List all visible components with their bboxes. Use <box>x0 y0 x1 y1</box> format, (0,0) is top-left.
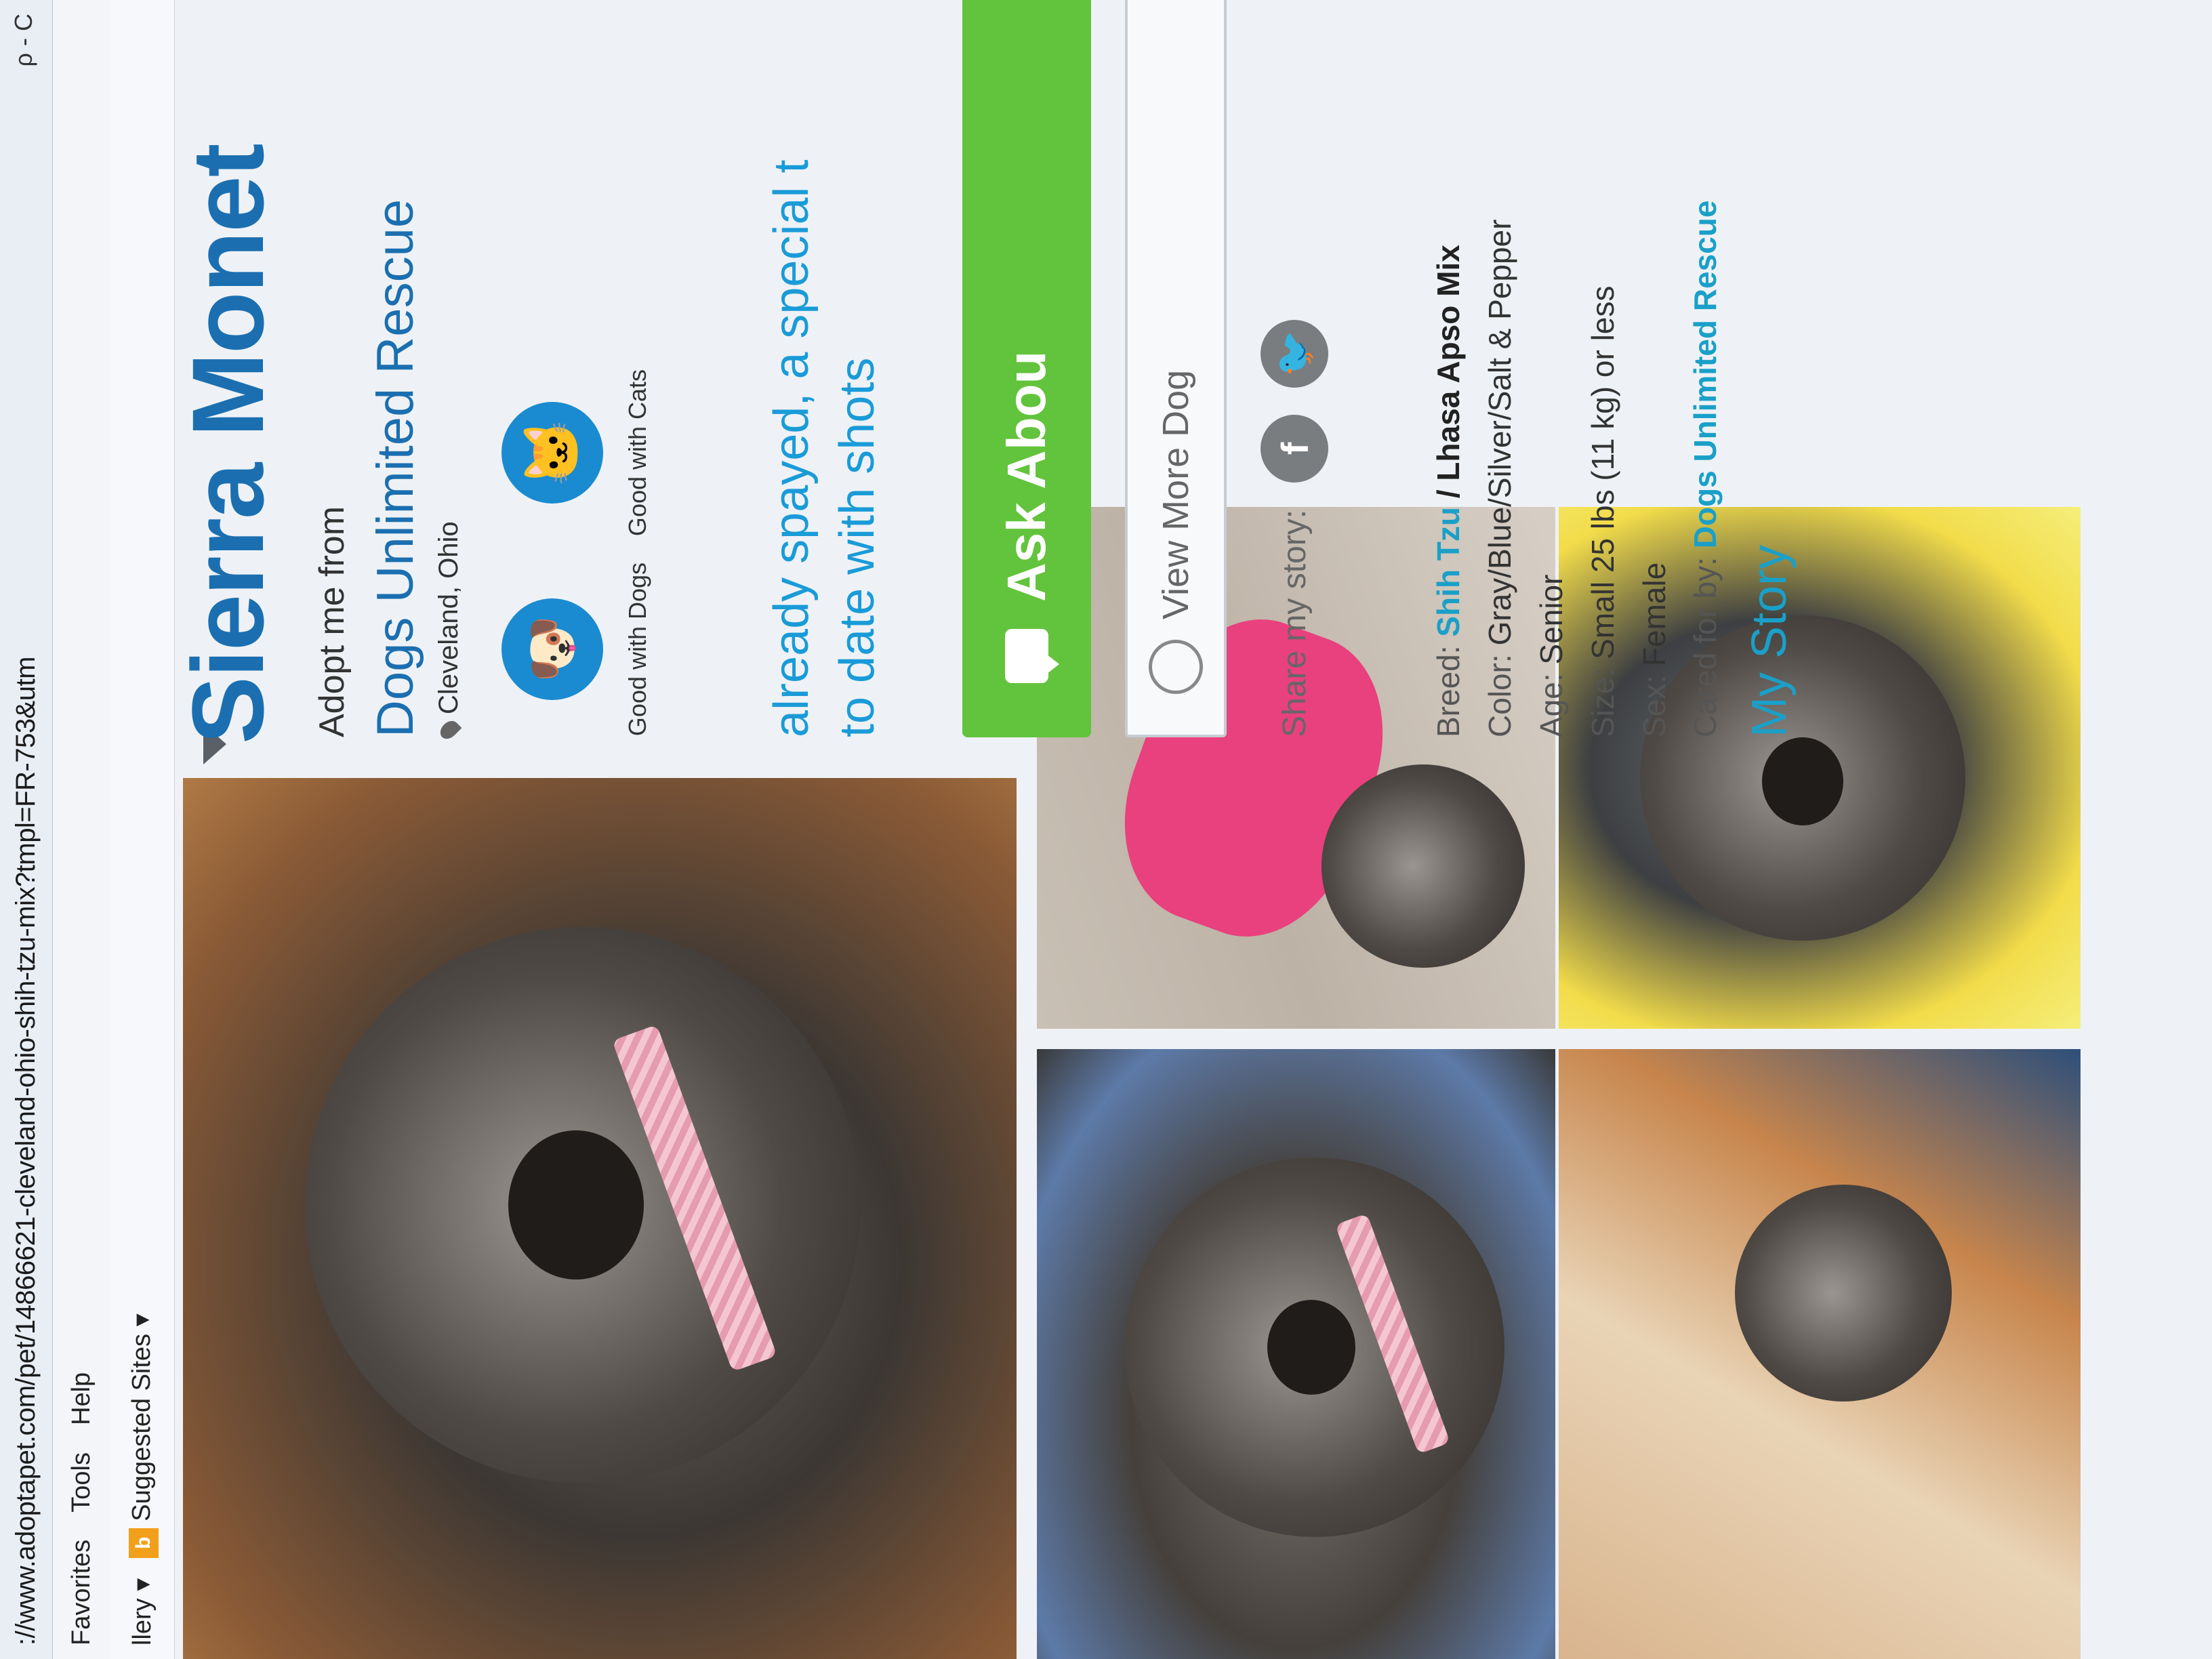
badge-good-with-dogs: 🐶 Good with Dogs <box>501 561 652 737</box>
age-value: Senior <box>1533 574 1569 665</box>
menu-favorites[interactable]: Favorites <box>67 1540 96 1645</box>
pet-blurb: already spayed, a special t to date with… <box>759 0 890 737</box>
search-refresh-controls[interactable]: ρ - C <box>9 14 38 66</box>
pet-thumbnail-3[interactable] <box>1559 1049 2081 1659</box>
cat-icon: 🐱 <box>501 402 603 504</box>
gallery-menu[interactable]: llery ▾ <box>127 1578 157 1645</box>
badge-label: Good with Dogs <box>623 562 651 737</box>
suggested-sites-label: Suggested Sites ▾ <box>127 1313 156 1521</box>
dog-head-shape <box>1735 1185 1952 1401</box>
facebook-icon[interactable]: f <box>1261 414 1328 483</box>
twitter-icon[interactable]: 🐦 <box>1261 319 1328 388</box>
map-pin-icon <box>436 717 462 743</box>
blurb-line-1: already spayed, a special t <box>764 159 819 737</box>
sex-value: Female <box>1636 562 1672 667</box>
bing-icon: b <box>128 1528 159 1558</box>
fact-cared-for: Cared for by: Dogs Unlimited Rescue <box>1680 201 1732 737</box>
pet-thumbnail-1[interactable] <box>1037 1049 1555 1659</box>
location-text: Cleveland, Ohio <box>434 521 464 714</box>
blurb-line-2: to date with shots <box>830 357 885 737</box>
rescue-link[interactable]: Dogs Unlimited Rescue <box>366 199 425 737</box>
fact-age: Age: Senior <box>1526 201 1578 737</box>
menu-help[interactable]: Help <box>67 1372 96 1425</box>
browser-window: ://www.adoptapet.com/pet/14866621-clevel… <box>0 0 2212 1659</box>
breed-secondary: / Lhasa Apso Mix <box>1431 245 1466 499</box>
dog-outline-icon <box>1149 640 1203 694</box>
ask-about-button[interactable]: Ask Abou <box>962 0 1091 737</box>
fact-breed: Breed: Shih Tzu / Lhasa Apso Mix <box>1423 201 1475 737</box>
view-more-dogs-button[interactable]: View More Dog <box>1125 0 1227 737</box>
adopt-from-label: Adopt me from <box>312 506 352 737</box>
pet-info-panel: Sierra Monet Adopt me from Dogs Unlimite… <box>163 0 2212 764</box>
size-value: Small 25 lbs (11 kg) or less <box>1584 285 1620 659</box>
main-pet-photo[interactable] <box>183 778 1017 1659</box>
badge-good-with-cats: 🐱 Good with Cats <box>501 365 652 541</box>
share-label: Share my story: <box>1276 509 1313 737</box>
menu-tools[interactable]: Tools <box>67 1452 96 1513</box>
dog-head-shape <box>1322 764 1525 968</box>
location: Cleveland, Ohio <box>434 521 464 743</box>
view-more-label: View More Dog <box>1155 369 1196 619</box>
ask-about-label: Ask Abou <box>996 350 1057 602</box>
url-text[interactable]: ://www.adoptapet.com/pet/14866621-clevel… <box>11 657 41 1645</box>
sex-label: Sex: <box>1636 674 1672 737</box>
fact-color: Color: Gray/Blue/Silver/Salt & Pepper <box>1475 201 1526 737</box>
suggested-sites[interactable]: b Suggested Sites ▾ <box>126 1313 159 1558</box>
my-story-heading: My Story <box>1742 544 1797 737</box>
menu-bar: Favorites Tools Help <box>53 0 110 1659</box>
badge-label: Good with Cats <box>623 369 651 537</box>
age-label: Age: <box>1533 673 1569 737</box>
breed-label: Breed: <box>1431 645 1466 737</box>
breed-link[interactable]: Shih Tzu <box>1431 507 1466 637</box>
color-label: Color: <box>1481 654 1517 737</box>
fact-sex: Sex: Female <box>1629 201 1681 737</box>
pet-name: Sierra Monet <box>171 144 285 744</box>
fact-size: Size: Small 25 lbs (11 kg) or less <box>1578 201 1629 737</box>
cared-link[interactable]: Dogs Unlimited Rescue <box>1687 201 1723 549</box>
color-value: Gray/Blue/Silver/Salt & Pepper <box>1481 219 1517 646</box>
share-row: Share my story: f 🐦 <box>1261 319 1328 737</box>
cared-label: Cared for by: <box>1687 557 1723 737</box>
pet-facts: Breed: Shih Tzu / Lhasa Apso Mix Color: … <box>1423 201 1732 737</box>
address-bar[interactable]: ://www.adoptapet.com/pet/14866621-clevel… <box>0 0 53 1659</box>
dog-nose-shape <box>1267 1300 1355 1395</box>
size-label: Size: <box>1584 668 1620 737</box>
dog-icon: 🐶 <box>501 598 603 700</box>
dog-nose-shape <box>508 1130 644 1279</box>
chat-icon <box>1005 629 1048 683</box>
